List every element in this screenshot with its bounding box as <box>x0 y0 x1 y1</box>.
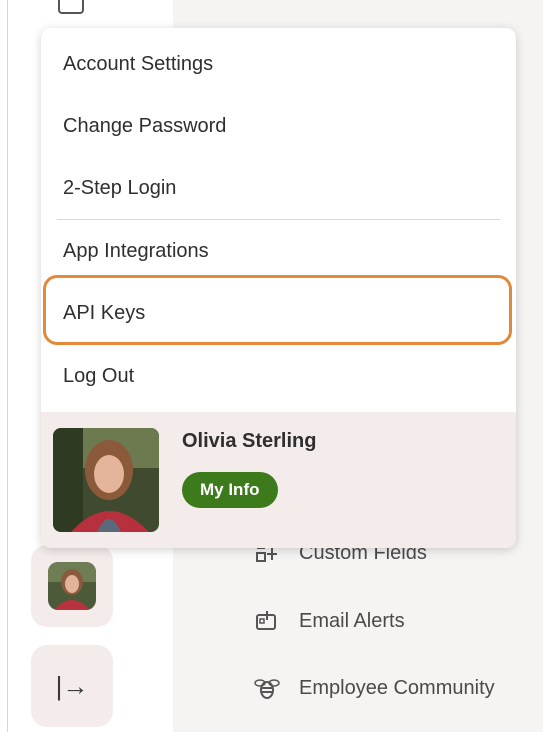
bee-icon <box>253 676 281 700</box>
menu-item-log-out[interactable]: Log Out <box>63 356 134 396</box>
rail-top-icon[interactable] <box>58 0 84 14</box>
settings-item-label: Email Alerts <box>299 609 405 632</box>
menu-item-app-integrations[interactable]: App Integrations <box>63 231 209 271</box>
menu-item-api-keys[interactable]: API Keys <box>63 293 145 333</box>
menu-item-2-step-login[interactable]: 2-Step Login <box>63 168 176 208</box>
settings-item-email-alerts[interactable]: Email Alerts <box>253 606 405 636</box>
rail-avatar-button[interactable] <box>31 545 113 627</box>
app-frame: |→ Custom Fields Email Alerts Employee C… <box>7 0 543 732</box>
profile-name: Olivia Sterling <box>182 430 317 452</box>
avatar-photo-icon <box>48 562 96 610</box>
avatar <box>48 562 96 610</box>
menu-item-account-settings[interactable]: Account Settings <box>63 44 213 84</box>
my-info-button[interactable]: My Info <box>182 472 278 508</box>
exit-arrow-icon: |→ <box>55 670 89 701</box>
exit-button[interactable]: |→ <box>31 645 113 727</box>
profile-photo-icon <box>53 428 159 532</box>
menu-divider <box>57 219 500 220</box>
menu-item-change-password[interactable]: Change Password <box>63 106 226 146</box>
account-dropdown-menu: Account Settings Change Password 2-Step … <box>41 28 516 548</box>
profile-card: Olivia Sterling My Info <box>41 412 516 548</box>
settings-item-employee-community[interactable]: Employee Community <box>253 673 495 703</box>
settings-item-label: Employee Community <box>299 676 495 699</box>
profile-photo <box>53 428 159 532</box>
email-alerts-icon <box>253 609 281 633</box>
